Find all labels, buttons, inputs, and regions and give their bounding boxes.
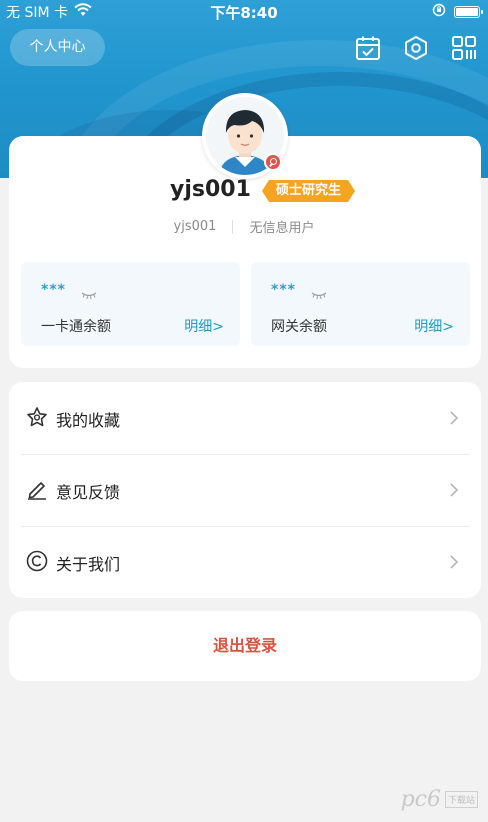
masked-balance: *** bbox=[271, 282, 296, 298]
hide-eye-icon[interactable] bbox=[311, 286, 327, 300]
battery-icon bbox=[454, 6, 483, 18]
info-status: 无信息用户 bbox=[249, 221, 315, 236]
watermark-logo: pc6 下载站 bbox=[401, 787, 478, 812]
chevron-right-icon bbox=[449, 410, 459, 425]
balance-label: 一卡通余额 bbox=[41, 319, 111, 335]
status-bar: 无 SIM 卡 下午8:40 bbox=[0, 0, 488, 22]
card-balance-panel[interactable]: *** 一卡通余额 明细> bbox=[21, 262, 240, 346]
edit-pen-icon bbox=[26, 478, 48, 500]
balance-detail-link[interactable]: 明细> bbox=[184, 316, 224, 336]
account-info: yjs001 无信息用户 bbox=[0, 217, 488, 236]
hide-eye-icon[interactable] bbox=[81, 286, 97, 300]
balance-label: 网关余额 bbox=[271, 319, 327, 335]
menu-item-label: 关于我们 bbox=[56, 555, 121, 574]
menu-item-feedback[interactable]: 意见反馈 bbox=[21, 454, 469, 526]
key-badge-icon bbox=[264, 153, 282, 171]
role-badge: 硕士研究生 bbox=[262, 180, 355, 202]
page-title[interactable]: 个人中心 bbox=[10, 29, 105, 66]
masked-balance: *** bbox=[41, 282, 66, 298]
menu-item-label: 我的收藏 bbox=[56, 411, 121, 430]
copyright-icon bbox=[26, 550, 48, 572]
favorite-star-icon bbox=[26, 406, 48, 428]
username: yjs001 bbox=[170, 177, 251, 202]
logout-button[interactable]: 退出登录 bbox=[9, 611, 481, 681]
logout-card: 退出登录 bbox=[9, 611, 481, 681]
menu-card: 我的收藏 意见反馈 关于我们 bbox=[9, 382, 481, 598]
orientation-lock-icon bbox=[432, 3, 446, 21]
qrcode-icon[interactable] bbox=[451, 35, 477, 61]
balance-detail-link[interactable]: 明细> bbox=[414, 316, 454, 336]
account-id: yjs001 bbox=[173, 219, 217, 234]
settings-icon[interactable] bbox=[403, 35, 429, 61]
gateway-balance-panel[interactable]: *** 网关余额 明细> bbox=[251, 262, 470, 346]
watermark-sub: 下载站 bbox=[444, 791, 478, 808]
menu-item-favorites[interactable]: 我的收藏 bbox=[21, 382, 469, 454]
watermark-text: pc6 bbox=[400, 787, 441, 812]
chevron-right-icon bbox=[449, 482, 459, 497]
calendar-icon[interactable] bbox=[355, 35, 381, 61]
status-right bbox=[432, 3, 483, 21]
status-time: 下午8:40 bbox=[210, 4, 278, 22]
divider bbox=[232, 219, 234, 234]
chevron-right-icon bbox=[449, 554, 459, 569]
menu-item-about[interactable]: 关于我们 bbox=[21, 526, 469, 598]
menu-item-label: 意见反馈 bbox=[56, 483, 121, 502]
